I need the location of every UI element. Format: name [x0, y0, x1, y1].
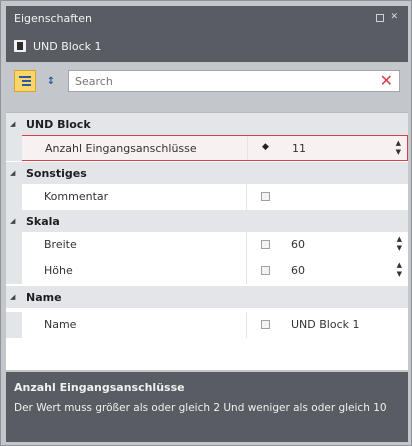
- row-gutter: [6, 184, 22, 210]
- value-marker-icon: [261, 240, 270, 249]
- search-input[interactable]: [75, 74, 365, 88]
- property-name: Höhe: [44, 264, 73, 277]
- column-divider: [246, 312, 247, 338]
- search-box: ✕: [68, 70, 400, 92]
- category-und-block[interactable]: ◢ UND Block: [6, 113, 408, 135]
- collapse-triangle-icon[interactable]: ◢: [10, 120, 20, 128]
- column-divider: [247, 136, 248, 160]
- description-title: Anzahl Eingangsanschlüsse: [14, 381, 185, 394]
- window-controls: ✕: [376, 12, 398, 22]
- category-label: Skala: [26, 214, 60, 228]
- property-value[interactable]: 11: [292, 142, 306, 155]
- category-name[interactable]: ◢ Name: [6, 286, 408, 308]
- categorized-icon: [19, 75, 31, 87]
- panel-titlebar: Eigenschaften ✕: [6, 6, 408, 30]
- categorized-sort-button[interactable]: [14, 70, 36, 92]
- description-text: Der Wert muss größer als oder gleich 2 U…: [14, 402, 387, 414]
- property-name: Anzahl Eingangsanschlüsse: [45, 142, 197, 155]
- row-gutter: [6, 258, 22, 284]
- panel-title: Eigenschaften: [14, 11, 92, 25]
- property-value[interactable]: UND Block 1: [291, 318, 360, 331]
- category-skala[interactable]: ◢ Skala: [6, 210, 408, 232]
- category-label: UND Block: [26, 117, 91, 131]
- property-row-breite[interactable]: Breite 60 ▲ ▼: [6, 232, 408, 258]
- collapse-triangle-icon[interactable]: ◢: [10, 169, 20, 177]
- property-row-hoehe[interactable]: Höhe 60 ▲ ▼: [6, 258, 408, 284]
- category-sonstiges[interactable]: ◢ Sonstiges: [6, 162, 408, 184]
- category-label: Sonstiges: [26, 166, 87, 180]
- property-name: Name: [44, 318, 77, 331]
- pin-icon[interactable]: [376, 14, 385, 22]
- selected-object-row: UND Block 1: [6, 30, 408, 62]
- description-area: Anzahl Eingangsanschlüsse Der Wert muss …: [6, 372, 408, 442]
- value-marker-icon: [261, 192, 270, 201]
- sort-az-icon: ↕: [46, 75, 56, 87]
- row-gutter: [6, 232, 22, 258]
- property-row-anzahl-eingangsanschluesse[interactable]: Anzahl Eingangsanschlüsse ◆ 11 ▲ ▼: [6, 135, 408, 161]
- value-marker-icon: [261, 320, 270, 329]
- collapse-triangle-icon[interactable]: ◢: [10, 293, 20, 301]
- property-value[interactable]: 60: [291, 264, 305, 277]
- value-spinner[interactable]: ▲ ▼: [396, 139, 401, 157]
- column-divider: [246, 258, 247, 284]
- row-gutter: [6, 135, 22, 161]
- value-spinner[interactable]: ▲ ▼: [397, 235, 402, 253]
- row-gutter: [6, 312, 22, 338]
- selected-object-name: UND Block 1: [33, 39, 102, 53]
- property-row-name[interactable]: Name UND Block 1: [6, 312, 408, 338]
- property-toolbar: ↕ ✕: [6, 62, 408, 98]
- collapse-triangle-icon[interactable]: ◢: [10, 217, 20, 225]
- close-icon[interactable]: ✕: [390, 12, 398, 22]
- column-divider: [246, 184, 247, 210]
- property-row-kommentar[interactable]: Kommentar: [6, 184, 408, 210]
- property-name: Breite: [44, 238, 77, 251]
- property-value[interactable]: 60: [291, 238, 305, 251]
- clear-search-icon[interactable]: ✕: [380, 72, 393, 90]
- property-grid: ◢ UND Block Anzahl Eingangsanschlüsse ◆ …: [6, 112, 408, 370]
- alphabetical-sort-button[interactable]: ↕: [40, 70, 62, 92]
- value-spinner[interactable]: ▲ ▼: [397, 261, 402, 279]
- properties-panel: Eigenschaften ✕ UND Block 1 ↕ ✕ ◢ UND Bl…: [0, 0, 412, 446]
- column-divider: [246, 232, 247, 258]
- property-name: Kommentar: [44, 190, 109, 203]
- object-icon: [14, 40, 26, 52]
- value-marker-icon: ◆: [262, 142, 269, 152]
- category-label: Name: [26, 290, 62, 304]
- value-marker-icon: [261, 266, 270, 275]
